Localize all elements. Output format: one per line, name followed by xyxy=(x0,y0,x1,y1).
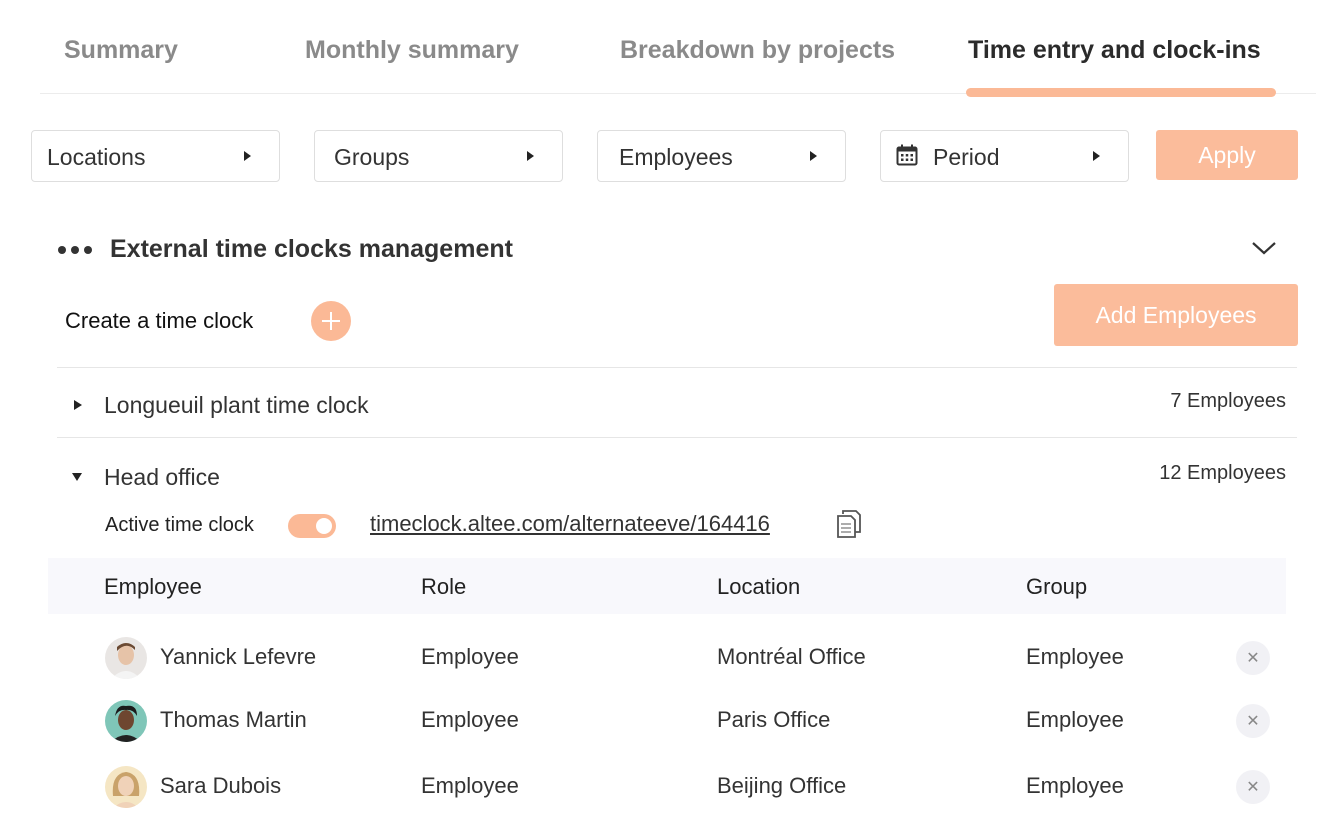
active-time-clock-toggle[interactable] xyxy=(288,514,336,538)
add-employees-button[interactable]: Add Employees xyxy=(1054,284,1298,346)
calendar-icon xyxy=(896,144,918,166)
time-clock-employee-count: 7 Employees xyxy=(1170,390,1286,412)
employee-name: Thomas Martin xyxy=(160,707,307,732)
remove-employee-button[interactable]: ✕ xyxy=(1236,704,1270,738)
employee-role: Employee xyxy=(421,707,519,732)
remove-employee-button[interactable]: ✕ xyxy=(1236,770,1270,804)
avatar xyxy=(105,700,147,742)
employee-location: Montréal Office xyxy=(717,644,866,669)
time-clock-name: Head office xyxy=(104,464,220,490)
table-row: Yannick Lefevre Employee Montréal Office… xyxy=(48,627,1286,689)
employee-role: Employee xyxy=(421,644,519,669)
column-header-location[interactable]: Location xyxy=(717,574,800,600)
create-time-clock-label: Create a time clock xyxy=(65,308,254,333)
column-header-employee[interactable]: Employee xyxy=(104,574,202,600)
groups-filter-label: Groups xyxy=(334,144,410,170)
tab-time-entry-and-clock-ins[interactable]: Time entry and clock-ins xyxy=(968,36,1261,65)
divider xyxy=(57,437,1297,438)
column-header-role[interactable]: Role xyxy=(421,574,466,600)
employee-table-header xyxy=(48,558,1286,614)
more-dots-icon[interactable] xyxy=(58,246,92,254)
caret-right-icon xyxy=(810,151,817,161)
active-time-clock-label: Active time clock xyxy=(105,514,254,536)
time-clock-url-link[interactable]: timeclock.altee.com/alternateeve/164416 xyxy=(370,511,770,537)
table-row: Thomas Martin Employee Paris Office Empl… xyxy=(48,690,1286,752)
period-filter-label: Period xyxy=(933,144,1000,170)
section-title: External time clocks management xyxy=(110,235,513,263)
employee-location: Paris Office xyxy=(717,707,831,732)
tab-monthly-summary[interactable]: Monthly summary xyxy=(305,36,519,65)
column-header-group[interactable]: Group xyxy=(1026,574,1087,600)
divider xyxy=(57,367,1297,368)
employee-name: Yannick Lefevre xyxy=(160,644,317,669)
groups-filter[interactable]: Groups xyxy=(314,130,563,182)
copy-icon[interactable] xyxy=(836,509,862,539)
employee-name: Sara Dubois xyxy=(160,773,282,798)
active-tab-indicator xyxy=(966,88,1276,97)
employee-group: Employee xyxy=(1026,644,1124,669)
tab-summary[interactable]: Summary xyxy=(64,36,178,65)
avatar xyxy=(105,766,147,808)
employee-location: Beijing Office xyxy=(717,773,847,798)
tab-breakdown-by-projects[interactable]: Breakdown by projects xyxy=(620,36,895,65)
apply-button[interactable]: Apply xyxy=(1156,130,1298,180)
table-row: Sara Dubois Employee Beijing Office Empl… xyxy=(48,756,1286,818)
caret-right-icon xyxy=(244,151,251,161)
employee-role: Employee xyxy=(421,773,519,798)
avatar xyxy=(105,637,147,679)
caret-right-icon xyxy=(1093,151,1100,161)
employees-filter-label: Employees xyxy=(619,144,733,170)
caret-right-icon xyxy=(527,151,534,161)
period-filter[interactable]: Period xyxy=(880,130,1129,182)
employee-group: Employee xyxy=(1026,707,1124,732)
create-time-clock-button[interactable] xyxy=(311,301,351,341)
remove-employee-button[interactable]: ✕ xyxy=(1236,641,1270,675)
collapse-caret-icon xyxy=(72,473,82,481)
locations-filter-label: Locations xyxy=(47,144,146,170)
chevron-down-icon[interactable] xyxy=(1250,238,1278,258)
employees-filter[interactable]: Employees xyxy=(597,130,846,182)
tab-bar: Summary Monthly summary Breakdown by pro… xyxy=(40,0,1316,97)
employee-group: Employee xyxy=(1026,773,1124,798)
time-clock-name: Longueuil plant time clock xyxy=(104,392,369,418)
expand-caret-icon xyxy=(74,400,82,410)
locations-filter[interactable]: Locations xyxy=(31,130,280,182)
time-clock-employee-count: 12 Employees xyxy=(1159,462,1286,484)
